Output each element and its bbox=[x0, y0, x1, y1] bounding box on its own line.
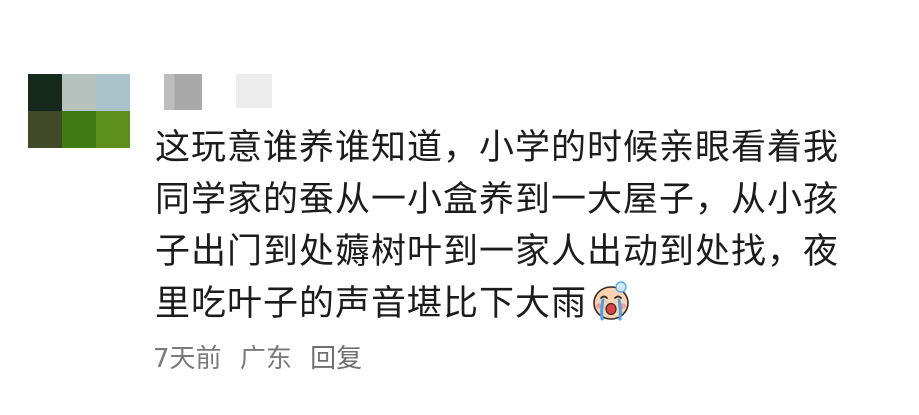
username-obscured[interactable] bbox=[164, 74, 274, 110]
comment-location: 广东 bbox=[239, 344, 292, 374]
avatar-pixel bbox=[96, 74, 130, 111]
comment-meta: 7天前 广东 回复 bbox=[153, 338, 372, 375]
comment-line: 这玩意谁养谁知道，小学的时候亲眼看着我 bbox=[155, 128, 840, 168]
username-mosaic-block bbox=[164, 74, 202, 110]
comment-line-last: 里吃叶子的声音堪比下大雨 bbox=[155, 278, 895, 330]
comment-time: 7天前 bbox=[153, 344, 222, 374]
reply-button[interactable]: 回复 bbox=[310, 344, 362, 374]
avatar-pixel bbox=[28, 74, 62, 111]
username-mosaic-block bbox=[236, 74, 272, 108]
crying-face-icon bbox=[593, 281, 629, 321]
avatar-pixel bbox=[62, 74, 96, 111]
avatar-pixel bbox=[96, 111, 130, 148]
comment-item: 这玩意谁养谁知道，小学的时候亲眼看着我 同学家的蚕从一小盒养到一大屋子，从小孩 … bbox=[0, 0, 919, 415]
comment-line: 同学家的蚕从一小盒养到一大屋子，从小孩 bbox=[155, 180, 840, 220]
comment-line: 子出门到处薅树叶到一家人出动到处找，夜 bbox=[155, 232, 840, 272]
comment-line-text: 里吃叶子的声音堪比下大雨 bbox=[155, 284, 588, 324]
avatar-pixel bbox=[62, 111, 96, 148]
comment-text: 这玩意谁养谁知道，小学的时候亲眼看着我 同学家的蚕从一小盒养到一大屋子，从小孩 … bbox=[155, 122, 895, 330]
avatar-pixel bbox=[28, 111, 62, 148]
avatar[interactable] bbox=[28, 74, 130, 148]
